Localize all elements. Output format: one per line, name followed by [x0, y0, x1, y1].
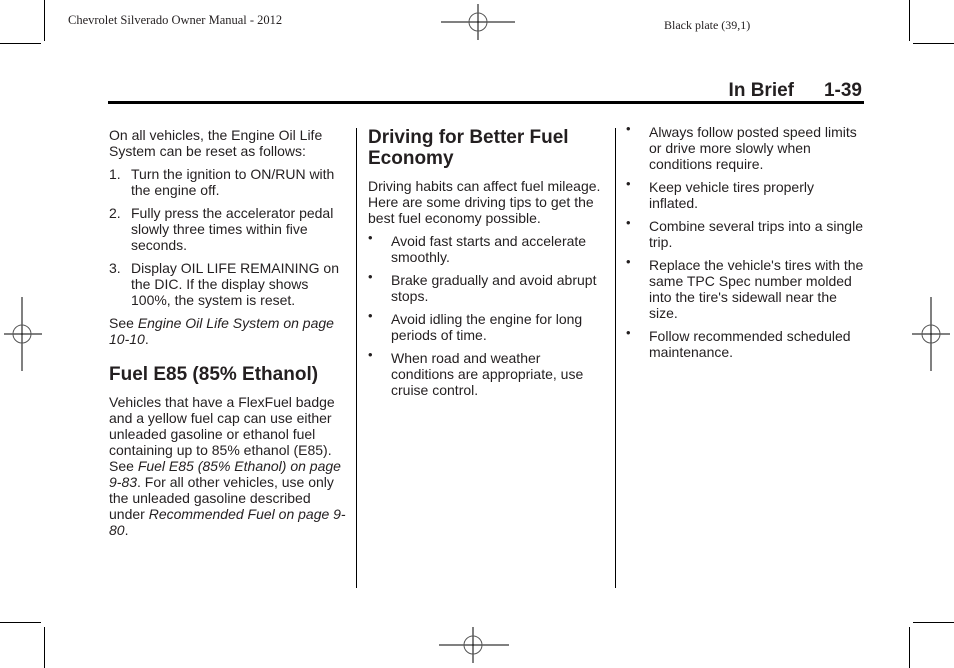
step-item: 1. Turn the ignition to ON/RUN with the e…	[109, 166, 349, 198]
bullet-icon: •	[626, 215, 631, 230]
step-number: 3.	[109, 260, 121, 276]
section-title: In Brief	[728, 80, 794, 101]
crop-mark-bottom-right-vertical	[909, 627, 910, 668]
tip-item: • Combine several trips into a single tri…	[626, 215, 864, 250]
tip-item: • When road and weather conditions are ap…	[368, 347, 604, 398]
tip-text: Follow recommended scheduled maintenance…	[649, 328, 851, 360]
fuel-economy-tips-list: • Avoid fast starts and accelerate smooth…	[368, 230, 604, 398]
column-divider-2	[615, 128, 616, 588]
tip-text: Always follow posted speed limits or dri…	[649, 124, 857, 172]
tip-item: • Replace the vehicle's tires with the sa…	[626, 254, 864, 321]
header-rule	[108, 101, 864, 104]
tip-text: Brake gradually and avoid abrupt stops.	[391, 272, 597, 304]
page-number: 1-39	[823, 80, 862, 101]
oil-life-reset-steps: 1. Turn the ignition to ON/RUN with the e…	[109, 166, 349, 308]
plate-label-black-plate: Black plate (39,1)	[664, 18, 751, 32]
bullet-icon: •	[626, 176, 631, 191]
left-column: On all vehicles, the Engine Oil Life Sys…	[109, 127, 349, 545]
tip-text: Avoid idling the engine for long periods…	[391, 311, 583, 343]
registration-mark-left	[4, 297, 42, 371]
crop-mark-top-right-vertical	[909, 0, 910, 41]
crop-mark-top-right-horizontal	[913, 43, 954, 44]
tip-item: • Follow recommended scheduled maintenanc…	[626, 325, 864, 360]
step-number: 2.	[109, 205, 121, 221]
crop-mark-bottom-left-horizontal	[0, 622, 41, 623]
plate-label-manual-title: Chevrolet Silverado Owner Manual - 2012	[68, 13, 283, 27]
crop-mark-bottom-left-vertical	[44, 627, 45, 668]
crop-mark-top-left-horizontal	[0, 43, 41, 44]
step-text: Display OIL LIFE REMAINING on the DIC. I…	[131, 260, 339, 308]
tip-item: • Avoid idling the engine for long period…	[368, 308, 604, 343]
bullet-icon: •	[368, 308, 373, 323]
bullet-icon: •	[368, 347, 373, 362]
bullet-icon: •	[626, 325, 631, 340]
tip-text: Combine several trips into a single trip…	[649, 218, 863, 250]
registration-mark-bottom	[439, 627, 509, 663]
oil-life-intro: On all vehicles, the Engine Oil Life Sys…	[109, 127, 323, 159]
column-divider-1	[356, 128, 357, 588]
tip-text: Replace the vehicle's tires with the sam…	[649, 257, 864, 321]
tip-item: • Keep vehicle tires properly inflated.	[626, 176, 864, 211]
registration-mark-right	[912, 297, 950, 371]
step-text: Turn the ignition to ON/RUN with the eng…	[131, 166, 335, 198]
tip-text: Avoid fast starts and accelerate smoothl…	[391, 233, 587, 265]
fuel-e85-paragraph: Vehicles that have a FlexFuel badge and …	[109, 394, 346, 538]
bullet-icon: •	[368, 230, 373, 245]
fuel-economy-heading: Driving for Better Fuel Economy	[368, 127, 569, 169]
middle-column: Driving for Better Fuel Economy Driving …	[368, 127, 604, 405]
crop-mark-top-left-vertical	[44, 0, 45, 41]
fuel-e85-heading: Fuel E85 (85% Ethanol)	[109, 364, 319, 385]
right-column: • Always follow posted speed limits or dr…	[626, 121, 864, 367]
step-item: 2. Fully press the accelerator pedal slow…	[109, 205, 349, 253]
fuel-economy-intro: Driving habits can affect fuel mileage. …	[368, 178, 601, 226]
step-item: 3. Display OIL LIFE REMAINING on the DIC.…	[109, 260, 349, 308]
registration-mark-top	[441, 4, 515, 40]
bullet-icon: •	[626, 254, 631, 269]
fuel-economy-tips-list-continued: • Always follow posted speed limits or dr…	[626, 121, 864, 360]
tip-item: • Brake gradually and avoid abrupt stops.	[368, 269, 604, 304]
bullet-icon: •	[626, 121, 631, 136]
crop-mark-bottom-right-horizontal	[913, 622, 954, 623]
step-text: Fully press the accelerator pedal slowly…	[131, 205, 334, 253]
tip-item: • Avoid fast starts and accelerate smooth…	[368, 230, 604, 265]
tip-item: • Always follow posted speed limits or dr…	[626, 121, 864, 172]
tip-text: When road and weather conditions are app…	[391, 350, 584, 398]
bullet-icon: •	[368, 269, 373, 284]
step-number: 1.	[109, 166, 121, 182]
see-reference: See Engine Oil Life System on page 10-10…	[109, 315, 334, 347]
engine-oil-life-link[interactable]: Engine Oil Life System on page 10-10	[109, 315, 334, 347]
tip-text: Keep vehicle tires properly inflated.	[649, 179, 814, 211]
